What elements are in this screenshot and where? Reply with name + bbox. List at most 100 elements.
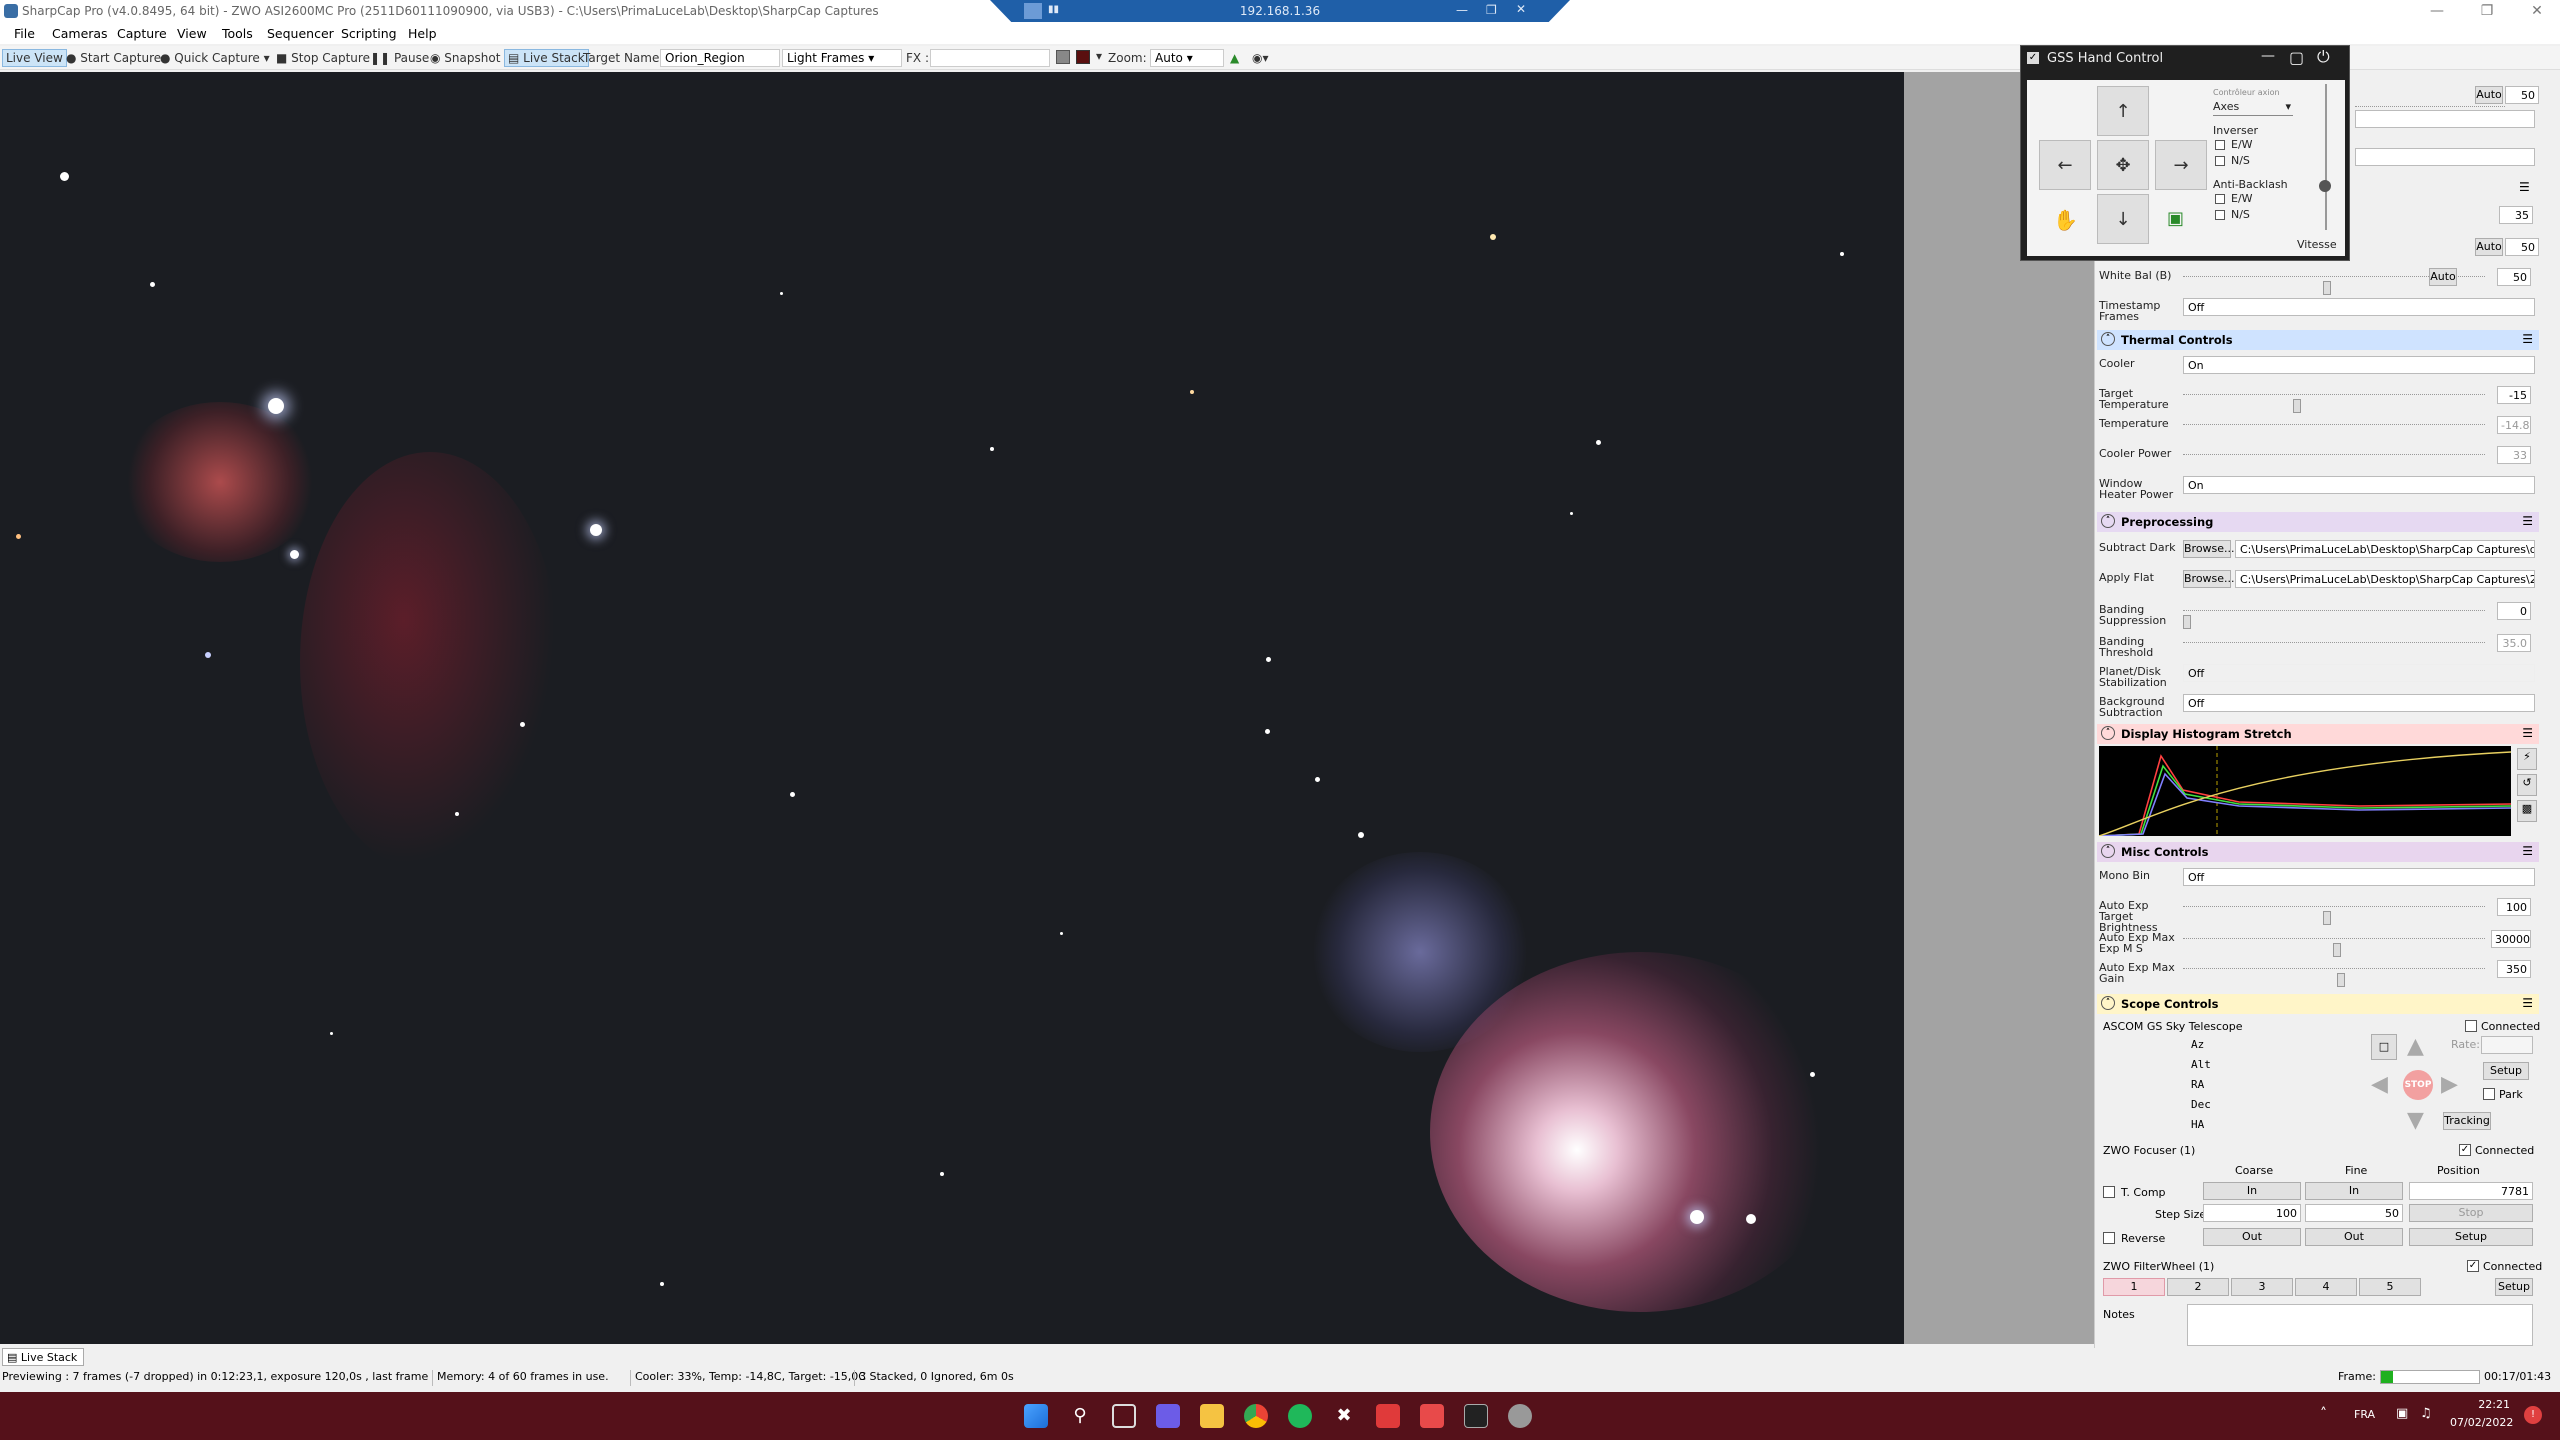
hand-control-checkbox[interactable]: ✓: [2027, 52, 2039, 64]
close-button[interactable]: ✕: [2514, 0, 2560, 22]
rate-select[interactable]: [2481, 1036, 2533, 1054]
slider-thumb[interactable]: [2333, 943, 2341, 957]
filterwheel-connected-checkbox[interactable]: ✓: [2467, 1260, 2479, 1272]
collapse-icon[interactable]: ˄: [2101, 844, 2115, 858]
snapshot-button[interactable]: ◉ Snapshot: [430, 51, 500, 65]
white-bal-b-value[interactable]: 50: [2497, 268, 2531, 286]
file-explorer-icon[interactable]: [1200, 1404, 1224, 1428]
coarse-step-input[interactable]: 100: [2203, 1204, 2301, 1222]
menu-tools[interactable]: Tools: [222, 26, 253, 41]
hc-minimize-icon[interactable]: —: [2261, 48, 2275, 64]
collapse-icon[interactable]: ˄: [2101, 726, 2115, 740]
menu-sequencer[interactable]: Sequencer: [267, 26, 334, 41]
park-icon[interactable]: ▣: [2167, 208, 2184, 229]
grey-swatch-icon[interactable]: [1056, 50, 1070, 64]
menu-scripting[interactable]: Scripting: [341, 26, 397, 41]
chrome-icon[interactable]: [1244, 1404, 1268, 1428]
auto-button-2[interactable]: Auto: [2475, 238, 2503, 256]
speed-slider-thumb[interactable]: [2319, 180, 2331, 192]
start-capture-button[interactable]: ● Start Capture: [66, 51, 161, 65]
clock-time[interactable]: 22:21: [2450, 1398, 2510, 1411]
timestamp-select[interactable]: Off: [2183, 298, 2535, 316]
app-red-icon[interactable]: [1376, 1404, 1400, 1428]
scope-up-arrow-icon[interactable]: ▲: [2407, 1034, 2424, 1059]
inverse-ew-checkbox[interactable]: [2215, 140, 2225, 150]
notes-textarea[interactable]: [2187, 1304, 2533, 1346]
top-select-1[interactable]: [2355, 110, 2535, 128]
east-arrow-button[interactable]: →: [2155, 140, 2207, 190]
auto-button[interactable]: Auto: [2475, 86, 2503, 104]
filter-slot-3[interactable]: 3: [2231, 1278, 2293, 1296]
slider-thumb[interactable]: [2323, 911, 2331, 925]
quick-capture-button[interactable]: ● Quick Capture ▾: [160, 51, 270, 65]
south-arrow-button[interactable]: ↓: [2097, 194, 2149, 244]
filter-slot-1[interactable]: 1: [2103, 1278, 2165, 1296]
background-subtraction-select[interactable]: Off: [2183, 694, 2535, 712]
menu-icon[interactable]: ☰: [2522, 996, 2533, 1010]
menu-file[interactable]: File: [14, 26, 35, 41]
live-stack-button[interactable]: ▤ Live Stack: [504, 49, 589, 67]
top-value-2[interactable]: 50: [2505, 238, 2539, 256]
slider-thumb[interactable]: [2293, 399, 2301, 413]
coarse-out-button[interactable]: Out: [2203, 1228, 2301, 1246]
color-dropdown-icon[interactable]: ▾: [1096, 49, 1102, 63]
maximize-button[interactable]: ❐: [2464, 0, 2510, 22]
max-gain-slider[interactable]: [2183, 968, 2485, 987]
clock-date[interactable]: 07/02/2022: [2450, 1416, 2513, 1429]
live-stack-tab[interactable]: ▤ Live Stack: [2, 1348, 84, 1366]
mono-bin-select[interactable]: Off: [2183, 868, 2535, 886]
browse-dark-button[interactable]: Browse...: [2183, 540, 2235, 558]
browse-flat-button[interactable]: Browse...: [2183, 570, 2235, 588]
filterwheel-setup-button[interactable]: Setup: [2495, 1278, 2533, 1296]
x-app-icon[interactable]: ✖: [1332, 1404, 1356, 1428]
focuser-connected-checkbox[interactable]: ✓: [2459, 1144, 2471, 1156]
collapse-icon[interactable]: ˄: [2101, 514, 2115, 528]
minimize-button[interactable]: —: [2414, 0, 2460, 22]
north-arrow-button[interactable]: ↑: [2097, 86, 2149, 136]
top-select-2[interactable]: [2355, 148, 2535, 166]
filter-slot-4[interactable]: 4: [2295, 1278, 2357, 1296]
live-view-button[interactable]: Live View: [2, 49, 67, 67]
frame-type-select[interactable]: Light Frames ▾: [782, 49, 902, 67]
mount-connected-checkbox[interactable]: [2465, 1020, 2477, 1032]
network-icon[interactable]: ▣: [2396, 1406, 2408, 1421]
max-exp-value[interactable]: 30000: [2491, 930, 2531, 948]
red-swatch-icon[interactable]: [1076, 50, 1090, 64]
remote-restore-icon[interactable]: ❐: [1486, 3, 1497, 17]
filter-slot-5[interactable]: 5: [2359, 1278, 2421, 1296]
collapse-icon[interactable]: ˄: [2101, 996, 2115, 1010]
task-view-icon[interactable]: [1112, 1404, 1136, 1428]
save-icon[interactable]: ▩: [2517, 800, 2537, 822]
slider-thumb[interactable]: [2337, 973, 2345, 987]
section-menu-icon[interactable]: ☰: [2519, 180, 2530, 194]
menu-view[interactable]: View: [177, 26, 207, 41]
top-slider-track[interactable]: [2355, 106, 2505, 108]
target-brightness-slider[interactable]: [2183, 906, 2485, 925]
slider-thumb[interactable]: [2183, 615, 2191, 629]
scope-square-icon[interactable]: □: [2371, 1034, 2397, 1060]
reverse-checkbox[interactable]: [2103, 1232, 2115, 1244]
center-move-button[interactable]: ✥: [2097, 140, 2149, 190]
stabilization-select[interactable]: Off: [2183, 664, 2535, 682]
misc-controls-header[interactable]: ˄ Misc Controls ☰: [2097, 842, 2539, 862]
fine-step-input[interactable]: 50: [2305, 1204, 2403, 1222]
thermal-controls-header[interactable]: ˄ Thermal Controls ☰: [2097, 330, 2539, 350]
hc-maximize-icon[interactable]: ▢: [2289, 48, 2304, 67]
menu-icon[interactable]: ☰: [2522, 514, 2533, 528]
fx-select[interactable]: [930, 49, 1050, 67]
histogram-icon[interactable]: ▲: [1230, 51, 1239, 65]
window-heater-select[interactable]: On: [2183, 476, 2535, 494]
histogram-header[interactable]: ˄ Display Histogram Stretch ☰: [2097, 724, 2539, 744]
app-green-icon[interactable]: [1288, 1404, 1312, 1428]
tcomp-checkbox[interactable]: [2103, 1186, 2115, 1198]
filter-slot-2[interactable]: 2: [2167, 1278, 2229, 1296]
lightning-icon[interactable]: ⚡: [2517, 748, 2537, 770]
slider-thumb[interactable]: [2323, 281, 2331, 295]
coarse-in-button[interactable]: In: [2203, 1182, 2301, 1200]
start-icon[interactable]: [1024, 1404, 1048, 1428]
chat-icon[interactable]: [1156, 1404, 1180, 1428]
search-icon[interactable]: ⚲: [1068, 1404, 1092, 1428]
sharpcap-taskbar-icon[interactable]: [1464, 1404, 1488, 1428]
zoom-select[interactable]: Auto ▾: [1150, 49, 1224, 67]
tracking-hand-icon[interactable]: ✋: [2053, 208, 2078, 232]
